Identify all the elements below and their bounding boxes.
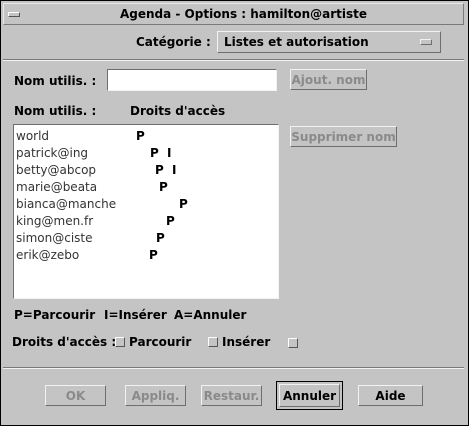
list-item-rights: P I [155, 163, 179, 177]
user-rights-list[interactable]: world P patrick@ing P I betty@abcop P I mar… [13, 124, 279, 299]
delete-name-button[interactable]: Supprimer nom [290, 126, 397, 147]
window-title: Agenda - Options : hamilton@artiste [119, 7, 368, 21]
separator [3, 367, 464, 369]
list-item-rights: P [179, 197, 190, 211]
list-item[interactable]: marie@beata P [16, 180, 170, 194]
list-item-rights: P [149, 248, 160, 262]
legend-annuler: A=Annuler [174, 308, 247, 322]
annuler-checkbox[interactable] [288, 335, 298, 349]
legend-parcourir: P=Parcourir [14, 308, 96, 322]
list-item-name: betty@abcop [16, 163, 97, 177]
category-value: Listes et autorisation [224, 35, 369, 49]
inserer-checkbox-label: Insérer [222, 335, 271, 349]
category-label: Catégorie : [136, 35, 211, 49]
user-name-input[interactable] [107, 69, 277, 91]
list-item-rights: P I [150, 146, 174, 160]
list-item-rights: P [156, 231, 167, 245]
list-item-rights: P [159, 180, 170, 194]
list-item[interactable]: king@men.fr P [16, 214, 177, 228]
window-menu-icon [8, 11, 20, 17]
ok-button[interactable]: OK [45, 385, 106, 406]
list-item-name: patrick@ing [16, 146, 89, 160]
add-name-button[interactable]: Ajout. nom [290, 69, 367, 90]
list-header-rights: Droits d'accès [130, 104, 226, 118]
parcourir-checkbox-box [115, 337, 125, 347]
separator [3, 59, 464, 61]
annuler-checkbox-box [288, 337, 298, 348]
parcourir-checkbox[interactable]: Parcourir [115, 335, 191, 349]
list-item-name: erik@zebo [16, 248, 80, 262]
window-menu-button[interactable] [4, 5, 24, 23]
access-rights-label: Droits d'accès : [12, 335, 117, 349]
list-item-name: world [16, 129, 50, 143]
cancel-button[interactable]: Annuler [279, 384, 340, 407]
reset-button[interactable]: Restaur. [201, 385, 262, 406]
list-item-name: simon@ciste [16, 231, 93, 245]
list-item[interactable]: erik@zebo P [16, 248, 160, 262]
user-name-label: Nom utilis. : [14, 74, 97, 88]
default-button-frame: Annuler [276, 381, 343, 410]
inserer-checkbox[interactable]: Insérer [208, 335, 270, 349]
dropdown-indicator-icon [420, 39, 432, 45]
legend-inserer: I=Insérer [104, 308, 167, 322]
list-item-rights: P [166, 214, 177, 228]
list-item[interactable]: bianca@manche P [16, 197, 190, 211]
title-bar: Agenda - Options : hamilton@artiste [3, 3, 464, 25]
list-item-name: bianca@manche [16, 197, 117, 211]
category-select[interactable]: Listes et autorisation [217, 31, 441, 53]
list-item[interactable]: world P [16, 129, 147, 143]
list-item-name: king@men.fr [16, 214, 94, 228]
list-item[interactable]: simon@ciste P [16, 231, 167, 245]
inserer-checkbox-box [208, 337, 218, 347]
parcourir-checkbox-label: Parcourir [129, 335, 192, 349]
list-item[interactable]: betty@abcop P I [16, 163, 178, 177]
options-dialog: Agenda - Options : hamilton@artiste Caté… [0, 0, 469, 426]
help-button[interactable]: Aide [358, 385, 423, 406]
list-item-rights: P [136, 129, 147, 143]
apply-button[interactable]: Appliq. [125, 385, 186, 406]
list-item-name: marie@beata [16, 180, 98, 194]
list-item[interactable]: patrick@ing P I [16, 146, 173, 160]
list-header-name: Nom utilis. : [14, 104, 97, 118]
